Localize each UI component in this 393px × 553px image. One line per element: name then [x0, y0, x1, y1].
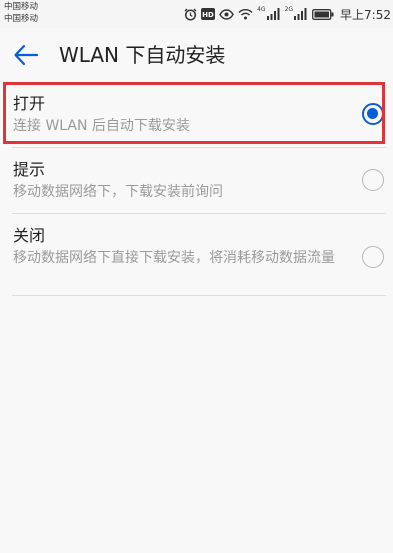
status-icons: HD 4G 2G 早上7:52: [184, 6, 391, 22]
radio-button-selected[interactable]: [362, 103, 384, 125]
option-prompt[interactable]: 提示 移动数据网络下，下载安装前询问: [0, 148, 393, 214]
page-title: WLAN 下自动安装: [59, 43, 226, 67]
hd-icon: HD: [201, 8, 216, 20]
signal-icon-2: [294, 8, 308, 20]
option-on[interactable]: 打开 连接 WLAN 后自动下载安装: [0, 82, 393, 148]
carrier-info: 中国移动 中国移动: [4, 1, 38, 25]
radio-button[interactable]: [362, 246, 384, 268]
option-description: 移动数据网络下，下载安装前询问: [13, 184, 223, 200]
option-list: 打开 连接 WLAN 后自动下载安装 提示 移动数据网络下，下载安装前询问 关闭…: [0, 82, 393, 296]
network-type-2: 2G: [284, 5, 294, 13]
status-bar: 中国移动 中国移动 HD 4G 2G 早上7:52: [0, 0, 393, 28]
wifi-icon: [238, 8, 253, 20]
radio-button[interactable]: [362, 169, 384, 191]
battery-icon: [312, 8, 334, 20]
back-arrow-icon[interactable]: [12, 42, 40, 68]
option-label: 关闭: [13, 226, 46, 245]
option-label: 打开: [13, 94, 46, 113]
signal-icon: [266, 8, 281, 20]
svg-text:HD: HD: [202, 11, 214, 19]
alarm-icon: [184, 8, 197, 21]
option-off[interactable]: 关闭 移动数据网络下直接下载安装，将消耗移动数据流量: [0, 214, 393, 296]
carrier-2: 中国移动: [4, 14, 39, 24]
eye-comfort-icon: [219, 8, 234, 20]
carrier-1: 中国移动: [4, 2, 39, 12]
option-description: 移动数据网络下直接下载安装，将消耗移动数据流量: [13, 250, 335, 266]
divider: [12, 295, 386, 296]
option-description: 连接 WLAN 后自动下载安装: [13, 118, 190, 134]
option-label: 提示: [13, 160, 46, 179]
app-bar: WLAN 下自动安装: [0, 28, 393, 82]
clock: 早上7:52: [340, 7, 391, 22]
network-type-1: 4G: [257, 5, 266, 13]
